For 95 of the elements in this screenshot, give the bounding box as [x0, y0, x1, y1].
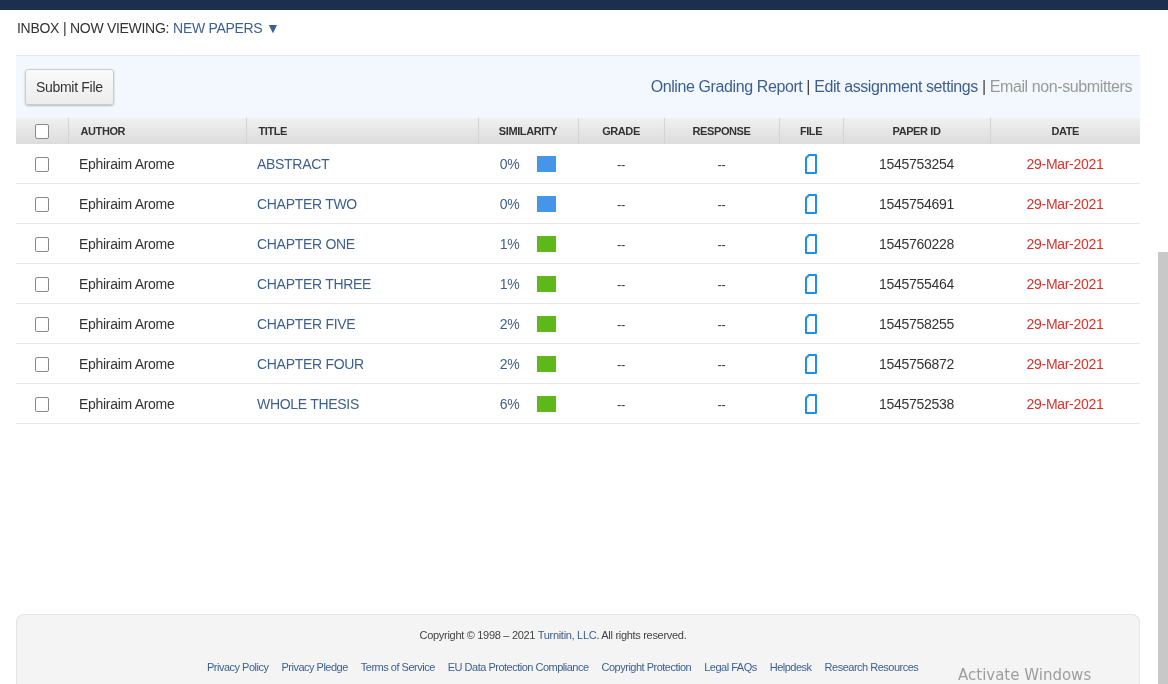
similarity-percent[interactable]: 1%	[499, 275, 520, 292]
file-icon[interactable]	[805, 353, 817, 374]
footer-link[interactable]: Terms of Service	[360, 661, 435, 673]
paper-id-cell: 1545755464	[879, 275, 954, 292]
paper-id-cell: 1545756872	[879, 355, 954, 372]
date-cell: 29-Mar-2021	[1026, 395, 1104, 412]
file-icon[interactable]	[805, 153, 817, 174]
select-all-checkbox[interactable]	[34, 123, 49, 139]
paper-id-cell: 1545752538	[879, 395, 954, 412]
similarity-percent[interactable]: 0%	[499, 155, 520, 172]
column-header[interactable]: AUTHOR	[80, 125, 126, 137]
date-cell: 29-Mar-2021	[1026, 195, 1104, 212]
author-cell: Ephiraim Arome	[79, 395, 175, 412]
similarity-percent[interactable]: 2%	[499, 355, 520, 372]
row-checkbox[interactable]	[35, 276, 49, 292]
author-cell: Ephiraim Arome	[79, 195, 175, 212]
response-cell: --	[717, 356, 726, 372]
column-header[interactable]: TITLE	[258, 125, 288, 137]
paper-title-link[interactable]: ABSTRACT	[257, 155, 330, 172]
grade-cell: --	[616, 316, 626, 332]
paper-title-link[interactable]: CHAPTER TWO	[257, 195, 357, 212]
activation-watermark: Activate Windows	[958, 666, 1092, 684]
paper-id-cell: 1545754691	[879, 195, 954, 212]
similarity-percent[interactable]: 6%	[499, 395, 520, 412]
footer-link[interactable]: Research Resources	[824, 661, 919, 673]
inbox-label: INBOX	[17, 20, 60, 36]
author-cell: Ephiraim Arome	[79, 235, 175, 252]
row-checkbox[interactable]	[35, 196, 49, 212]
file-icon[interactable]	[805, 393, 817, 414]
similarity-percent[interactable]: 0%	[499, 195, 520, 212]
footer-link[interactable]: Privacy Pledge	[281, 661, 348, 673]
similarity-percent[interactable]: 1%	[499, 235, 520, 252]
now-viewing-label: | NOW VIEWING:	[63, 20, 170, 36]
similarity-swatch[interactable]	[537, 395, 557, 412]
date-cell: 29-Mar-2021	[1026, 155, 1104, 172]
date-cell: 29-Mar-2021	[1026, 315, 1104, 332]
response-cell: --	[717, 276, 726, 292]
author-cell: Ephiraim Arome	[79, 155, 175, 172]
file-icon[interactable]	[805, 193, 817, 214]
paper-id-cell: 1545760228	[879, 235, 954, 252]
similarity-swatch[interactable]	[537, 195, 557, 212]
row-checkbox[interactable]	[35, 396, 49, 412]
footer-link[interactable]: EU Data Protection Compliance	[447, 661, 589, 673]
column-header[interactable]: DATE	[1051, 125, 1079, 137]
paper-title-link[interactable]: WHOLE THESIS	[257, 395, 359, 412]
file-icon[interactable]	[805, 273, 817, 294]
row-checkbox[interactable]	[35, 356, 49, 372]
author-cell: Ephiraim Arome	[79, 315, 175, 332]
view-dropdown[interactable]: NEW PAPERS ▼	[173, 20, 280, 36]
grade-cell: --	[616, 276, 626, 292]
date-cell: 29-Mar-2021	[1026, 355, 1104, 372]
grade-cell: --	[616, 196, 626, 212]
row-checkbox[interactable]	[35, 236, 49, 252]
footer-link[interactable]: Helpdesk	[769, 661, 812, 673]
separator: |	[806, 78, 811, 96]
similarity-swatch[interactable]	[537, 355, 557, 372]
column-header[interactable]: FILE	[799, 125, 823, 137]
grade-cell: --	[616, 396, 626, 412]
grade-cell: --	[616, 236, 626, 252]
footer-link[interactable]: Privacy Policy	[207, 661, 269, 673]
column-header[interactable]: PAPER ID	[892, 125, 941, 137]
date-cell: 29-Mar-2021	[1026, 235, 1104, 252]
similarity-percent[interactable]: 2%	[499, 315, 520, 332]
file-icon[interactable]	[805, 313, 817, 334]
similarity-swatch[interactable]	[537, 315, 557, 332]
similarity-swatch[interactable]	[537, 235, 557, 252]
response-cell: --	[717, 316, 726, 332]
paper-title-link[interactable]: CHAPTER FIVE	[257, 315, 356, 332]
scrollbar-thumb[interactable]	[1158, 252, 1168, 684]
row-checkbox[interactable]	[35, 156, 49, 172]
separator: |	[981, 78, 986, 96]
copyright-text: Copyright © 1998 – 2021 Turnitin, LLC. All rights reserved.	[418, 629, 688, 641]
file-icon[interactable]	[805, 233, 817, 254]
date-cell: 29-Mar-2021	[1026, 275, 1104, 292]
grade-cell: --	[616, 156, 626, 172]
toolbar-link[interactable]: Edit assignment settings	[814, 78, 978, 96]
grade-cell: --	[616, 356, 626, 372]
author-cell: Ephiraim Arome	[79, 355, 175, 372]
similarity-swatch[interactable]	[537, 275, 557, 292]
paper-id-cell: 1545753254	[879, 155, 954, 172]
paper-title-link[interactable]: CHAPTER FOUR	[257, 355, 364, 372]
author-cell: Ephiraim Arome	[79, 275, 175, 292]
footer-link[interactable]: Copyright Protection	[601, 661, 692, 673]
response-cell: --	[717, 396, 726, 412]
paper-title-link[interactable]: CHAPTER ONE	[257, 235, 355, 252]
toolbar-link[interactable]: Online Grading Report	[650, 78, 803, 96]
response-cell: --	[717, 196, 726, 212]
footer-link[interactable]: Legal FAQs	[704, 661, 757, 673]
response-cell: --	[717, 236, 726, 252]
paper-id-cell: 1545758255	[879, 315, 954, 332]
submit-file-button[interactable]: Submit File	[25, 69, 114, 105]
paper-title-link[interactable]: CHAPTER THREE	[257, 275, 372, 292]
response-cell: --	[717, 156, 726, 172]
row-checkbox[interactable]	[35, 316, 49, 332]
similarity-swatch[interactable]	[537, 155, 557, 172]
